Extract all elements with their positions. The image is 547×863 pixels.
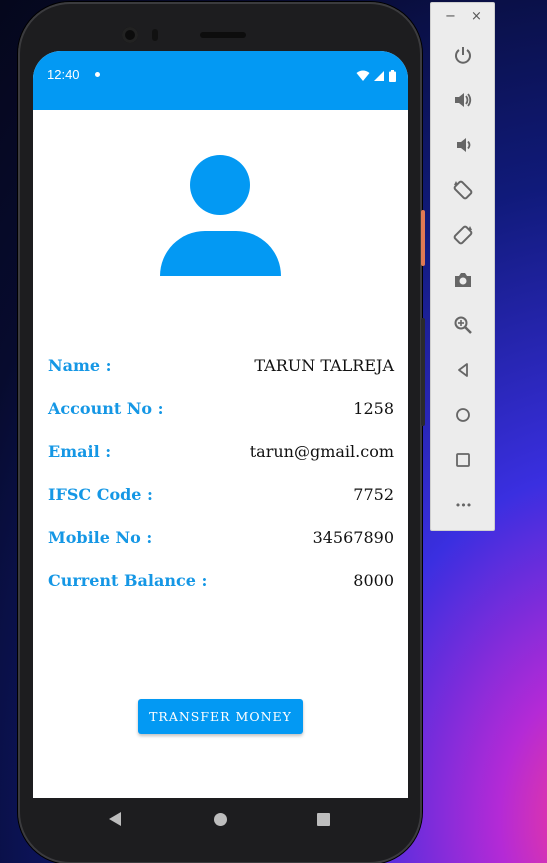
emulator-window-controls: − × — [431, 9, 494, 27]
rotate-left-icon[interactable] — [448, 175, 478, 205]
avatar-body — [160, 231, 281, 276]
detail-row-account: Account No : 1258 — [48, 399, 394, 425]
system-nav-bar — [33, 797, 408, 843]
wifi-icon — [356, 67, 370, 86]
detail-row-balance: Current Balance : 8000 — [48, 571, 394, 597]
nav-back-icon[interactable] — [109, 812, 121, 826]
avatar-head — [190, 155, 250, 215]
overview-icon[interactable] — [448, 445, 478, 475]
detail-row-email: Email : tarun@gmail.com — [48, 442, 394, 468]
row-value: 34567890 — [312, 528, 394, 547]
row-label: Current Balance : — [48, 571, 208, 590]
rotate-right-icon[interactable] — [448, 220, 478, 250]
volume-up-icon[interactable] — [448, 85, 478, 115]
detail-row-ifsc: IFSC Code : 7752 — [48, 485, 394, 511]
volume-down-icon[interactable] — [448, 130, 478, 160]
row-label: IFSC Code : — [48, 485, 153, 504]
power-key — [421, 210, 425, 266]
detail-row-mobile: Mobile No : 34567890 — [48, 528, 394, 554]
back-icon[interactable] — [448, 355, 478, 385]
camera-icon[interactable] — [448, 265, 478, 295]
status-bar: 12:40 — [33, 51, 408, 110]
row-value: 1258 — [353, 399, 394, 418]
battery-icon — [389, 67, 396, 86]
signal-icon — [374, 67, 385, 86]
earpiece-speaker — [200, 32, 246, 38]
front-camera — [122, 27, 138, 43]
row-value: 8000 — [353, 571, 394, 590]
nav-home-icon[interactable] — [214, 813, 227, 826]
transfer-money-button[interactable]: TRANSFER MONEY — [138, 699, 303, 734]
status-icons — [356, 67, 396, 86]
volume-key — [421, 318, 425, 426]
zoom-icon[interactable] — [448, 310, 478, 340]
power-icon[interactable] — [448, 40, 478, 70]
more-icon[interactable]: ••• — [448, 490, 478, 520]
row-label: Account No : — [48, 399, 164, 418]
minimize-button[interactable]: − — [445, 9, 456, 24]
row-value: tarun@gmail.com — [249, 442, 394, 461]
proximity-sensor — [152, 29, 158, 41]
app-screen: 12:40 Name : TARUN TALREJA Account No : … — [33, 51, 408, 798]
row-label: Email : — [48, 442, 112, 461]
row-label: Name : — [48, 356, 112, 375]
home-icon[interactable] — [448, 400, 478, 430]
nav-recents-icon[interactable] — [317, 813, 330, 826]
close-button[interactable]: × — [471, 9, 482, 24]
row-value: TARUN TALREJA — [254, 356, 394, 375]
row-value: 7752 — [353, 485, 394, 504]
emulator-toolbar: − × ••• — [430, 2, 495, 531]
row-label: Mobile No : — [48, 528, 153, 547]
status-time: 12:40 — [47, 67, 80, 82]
detail-row-name: Name : TARUN TALREJA — [48, 356, 394, 382]
notification-dot-icon — [95, 72, 100, 77]
avatar-icon — [159, 154, 281, 276]
